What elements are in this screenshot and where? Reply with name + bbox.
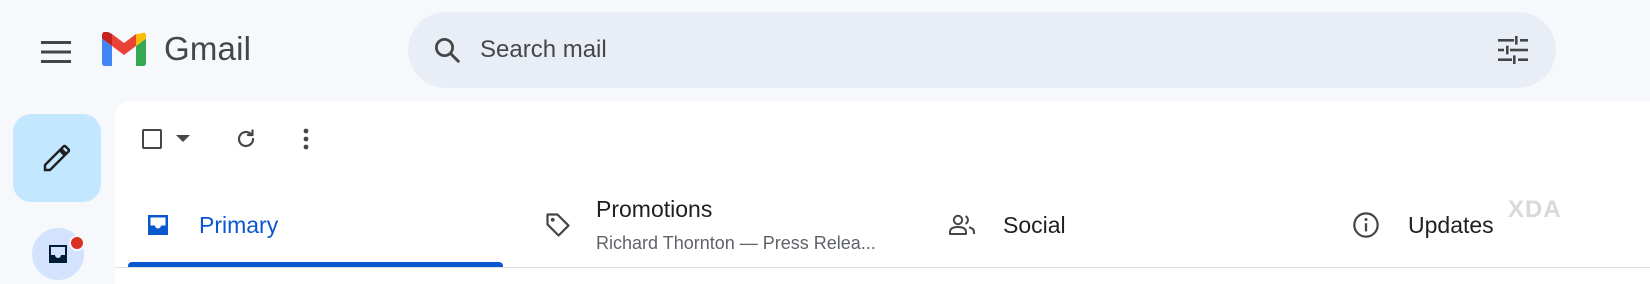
tab-promotions-snippet: Richard Thornton — Press Relea... (596, 233, 876, 253)
mail-toolbar (140, 118, 326, 160)
tab-primary-label: Primary (199, 211, 279, 238)
tab-social-label: Social (1003, 211, 1066, 238)
info-icon (1352, 211, 1380, 239)
tab-promotions[interactable]: Promotions Richard Thornton — Press Rele… (534, 182, 934, 268)
tab-promotions-label: Promotions (596, 196, 713, 222)
tabs-divider (115, 267, 1650, 268)
more-vert-icon (303, 128, 309, 150)
checkbox-icon (142, 129, 162, 149)
inbox-icon (49, 245, 67, 263)
app-name: Gmail (164, 30, 252, 67)
refresh-button[interactable] (226, 119, 266, 159)
tab-primary[interactable]: Primary (128, 182, 503, 268)
tab-promotions-text: Promotions Richard Thornton — Press Rele… (596, 196, 876, 254)
gmail-logo[interactable]: Gmail (102, 30, 251, 68)
people-icon (948, 211, 976, 239)
select-checkbox[interactable] (140, 127, 164, 151)
watermark-logo: XDA (1508, 196, 1562, 224)
unread-dot (69, 235, 85, 251)
tab-updates-label: Updates (1408, 211, 1494, 238)
compose-button[interactable] (13, 114, 101, 202)
search-input[interactable] (478, 35, 1442, 65)
gmail-m-icon (102, 32, 146, 66)
pencil-icon (43, 144, 71, 172)
tune-icon[interactable] (1496, 33, 1530, 67)
watermark-text: XDA (1508, 196, 1562, 223)
tab-updates[interactable]: Updates (1340, 182, 1650, 268)
more-options-button[interactable] (286, 119, 326, 159)
refresh-icon (237, 129, 255, 148)
inbox-icon (144, 211, 172, 239)
tag-icon (544, 211, 572, 239)
search-icon[interactable] (430, 33, 464, 67)
main-menu-button[interactable] (28, 24, 84, 80)
search-bar[interactable] (408, 12, 1556, 88)
hamburger-menu-icon (41, 41, 71, 63)
select-dropdown[interactable] (170, 127, 196, 151)
tab-social[interactable]: Social (934, 182, 1304, 268)
caret-down-icon (176, 135, 190, 142)
